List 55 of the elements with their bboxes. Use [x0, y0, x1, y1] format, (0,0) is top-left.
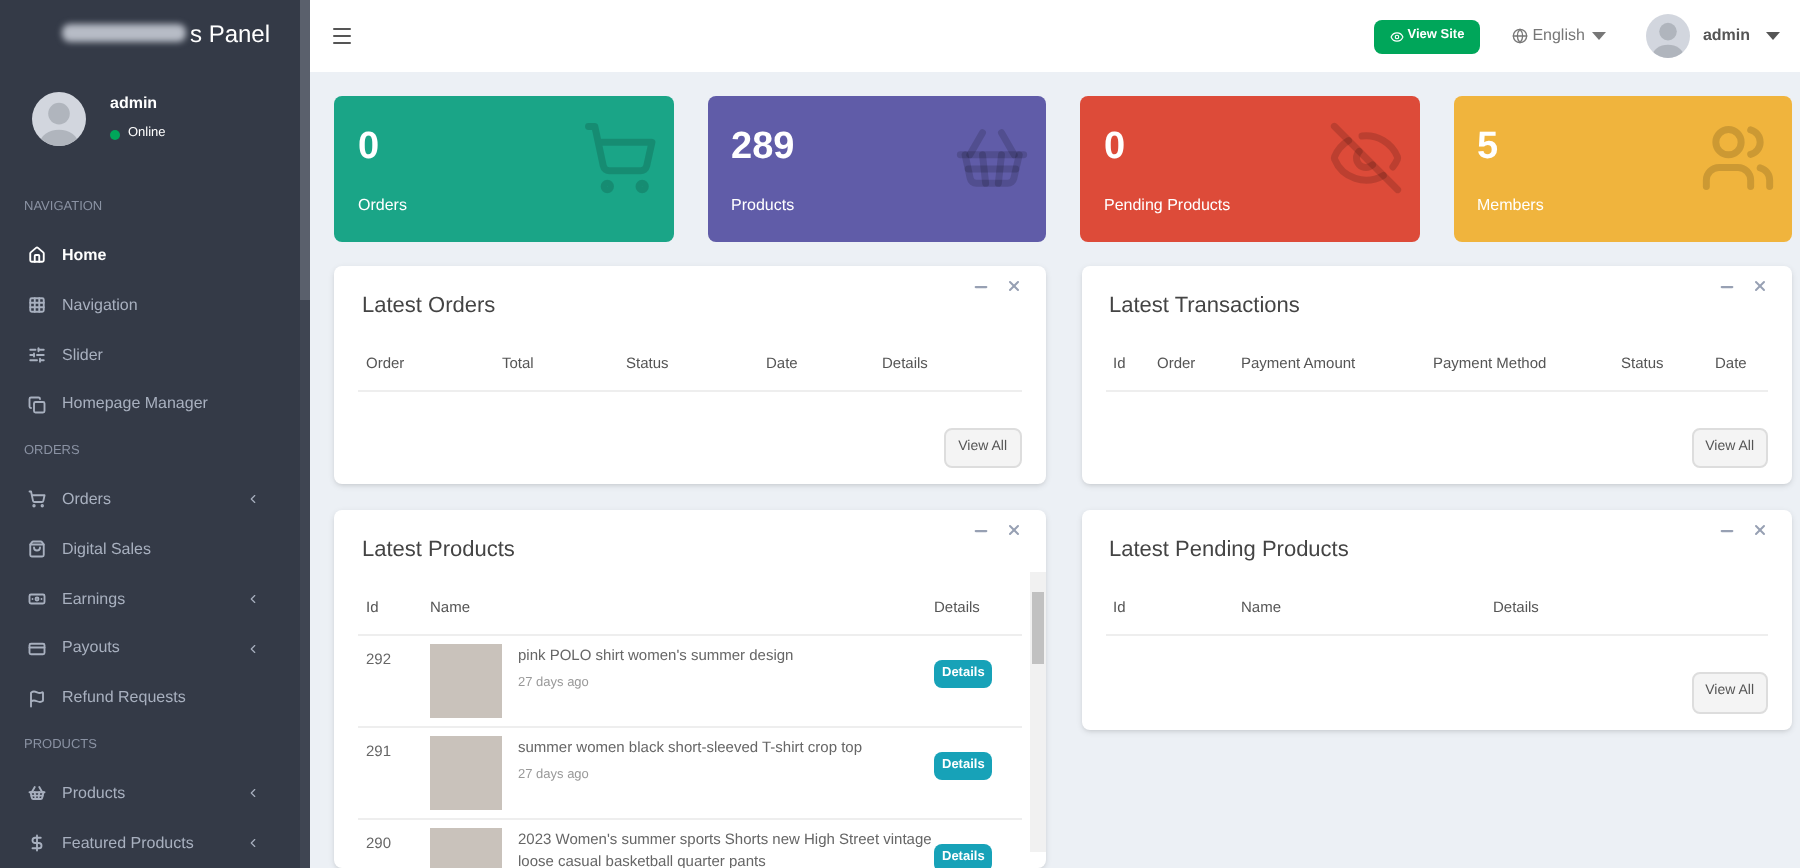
close-icon[interactable] — [1005, 278, 1021, 294]
globe-icon — [1512, 28, 1529, 44]
eye-icon — [1389, 29, 1404, 43]
language-dropdown[interactable]: English — [1512, 24, 1607, 48]
blurred-logo — [61, 24, 186, 43]
users-icon — [1700, 120, 1776, 196]
eye-off-icon — [1327, 120, 1403, 196]
caret-icon — [1766, 32, 1780, 40]
sidebar-item[interactable]: Orders — [0, 474, 300, 525]
panel-title: Latest Orders — [362, 292, 496, 322]
banknote-icon — [28, 590, 46, 609]
stat-label: Pending Products — [1104, 194, 1231, 218]
stat-label: Members — [1477, 194, 1544, 218]
sidebar-item[interactable]: Home — [0, 230, 300, 281]
photo-placeholder — [430, 644, 502, 718]
stat-value: 5 — [1477, 128, 1501, 166]
sidebar-item[interactable]: Refund Requests — [0, 673, 300, 724]
sidebar-item[interactable]: Products — [0, 768, 300, 819]
user-menu[interactable]: admin — [1646, 14, 1780, 58]
close-icon[interactable] — [1752, 278, 1768, 294]
basket-icon — [28, 784, 46, 803]
stat-label: Orders — [358, 194, 407, 218]
user-name: admin — [110, 92, 160, 117]
logo-text: s Panel — [189, 17, 271, 52]
sidebar-item[interactable]: Navigation — [0, 280, 300, 331]
cart-icon — [28, 490, 46, 509]
avatar-icon — [32, 91, 86, 146]
menu-icon[interactable] — [330, 24, 354, 48]
sidebar-item[interactable]: Payouts — [0, 623, 300, 674]
cart-icon — [581, 120, 657, 196]
caret-icon — [1592, 32, 1607, 40]
stat-value: 289 — [731, 128, 795, 166]
stat-value: 0 — [1104, 128, 1128, 166]
sidebar-item[interactable]: Homepage Manager — [0, 379, 300, 430]
photo-placeholder — [430, 736, 502, 810]
home-icon — [28, 246, 46, 265]
sidebar-item[interactable]: Digital Sales — [0, 524, 300, 575]
sliders-icon — [28, 346, 46, 365]
panel-title: Latest Products — [362, 536, 515, 567]
sidebar-item[interactable]: Featured Products — [0, 818, 300, 868]
stat-value: 0 — [358, 128, 382, 166]
copy-icon — [28, 395, 46, 414]
panel-title: Latest Pending Products — [1109, 536, 1349, 567]
sidebar-item[interactable]: Slider — [0, 330, 300, 380]
panel-title: Latest Transactions — [1109, 292, 1300, 322]
credit-card-icon — [28, 639, 46, 658]
dollar-icon — [28, 834, 46, 853]
grid-icon — [28, 296, 46, 315]
close-icon[interactable] — [1005, 522, 1021, 539]
sidebar-item[interactable]: Earnings — [0, 574, 300, 624]
flag-icon — [28, 689, 46, 708]
stat-label: Products — [731, 194, 795, 218]
avatar-icon — [1646, 14, 1691, 58]
bag-icon — [28, 540, 46, 559]
close-icon[interactable] — [1752, 522, 1768, 539]
